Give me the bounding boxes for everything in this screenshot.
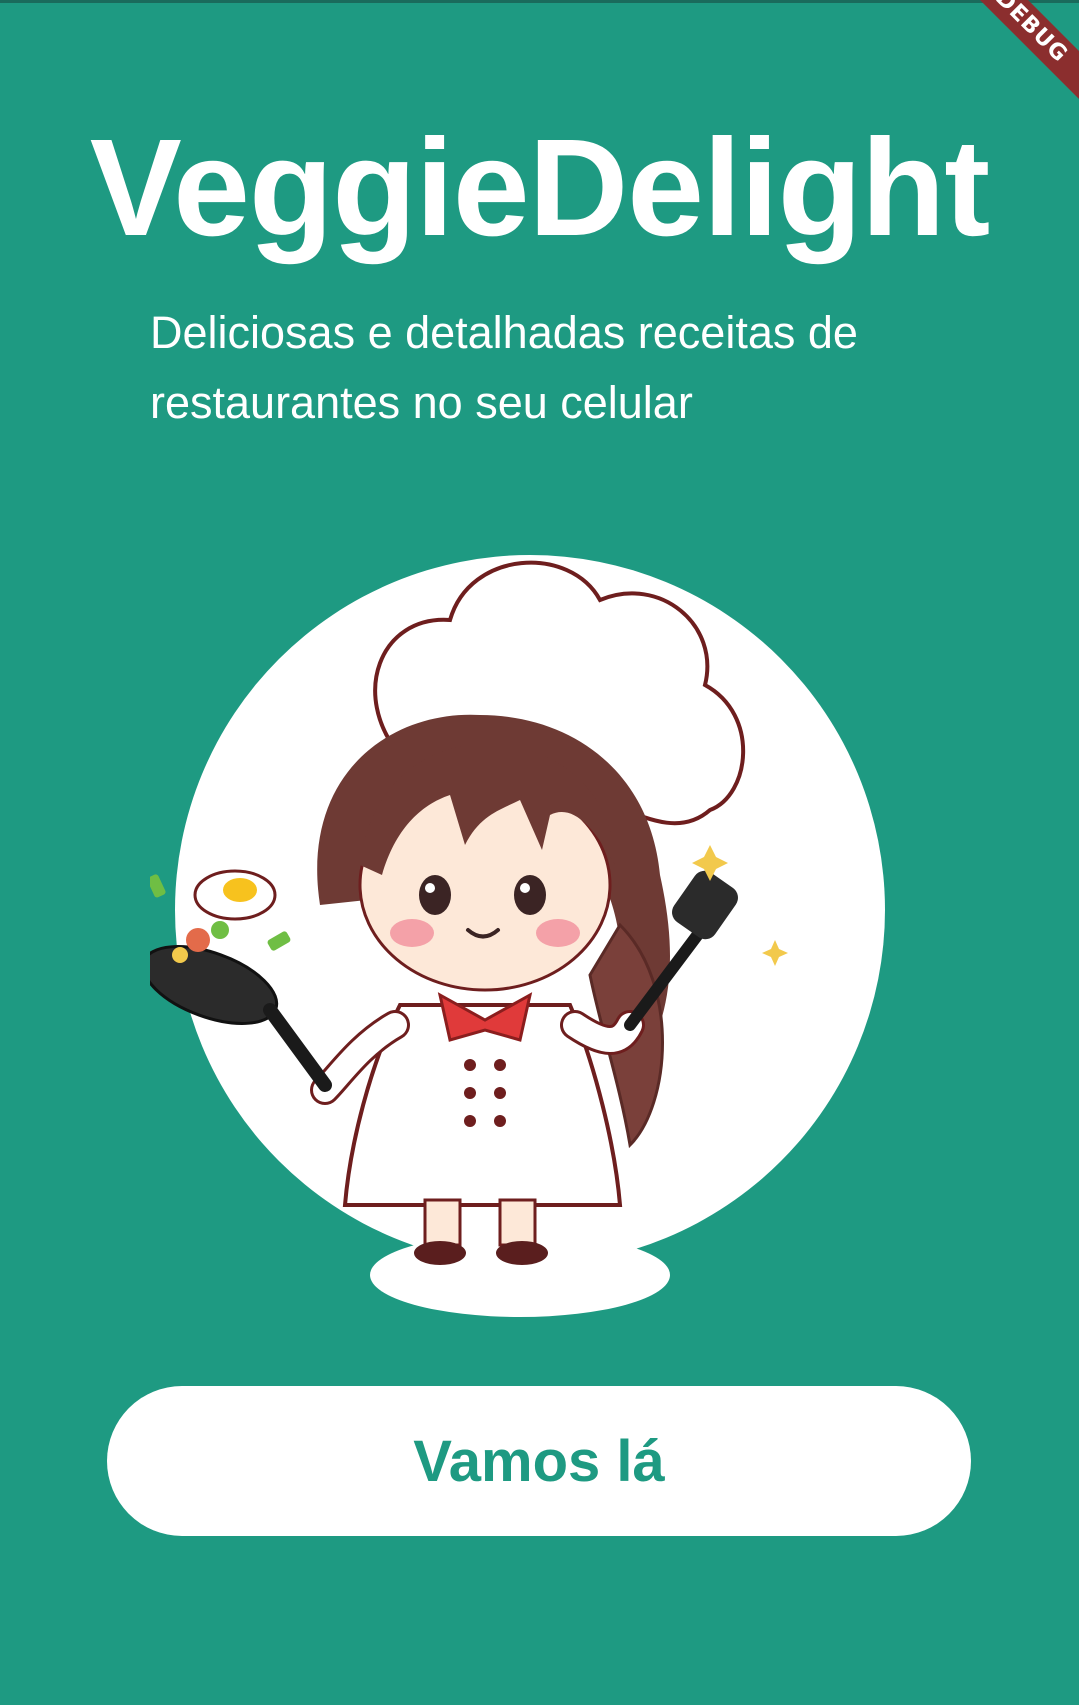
chef-illustration xyxy=(150,555,885,1317)
splash-screen: DEBUG VeggieDelight Deliciosas e detalha… xyxy=(0,0,1079,1705)
debug-banner: DEBUG xyxy=(948,0,1079,110)
app-title: VeggieDelight xyxy=(89,111,991,265)
start-button[interactable]: Vamos lá xyxy=(107,1386,971,1536)
fried-egg-icon xyxy=(193,869,277,921)
app-subtitle: Deliciosas e detalhadas receitas de rest… xyxy=(150,307,858,428)
status-bar-line xyxy=(0,0,1079,3)
chef-face-icon xyxy=(358,744,615,992)
